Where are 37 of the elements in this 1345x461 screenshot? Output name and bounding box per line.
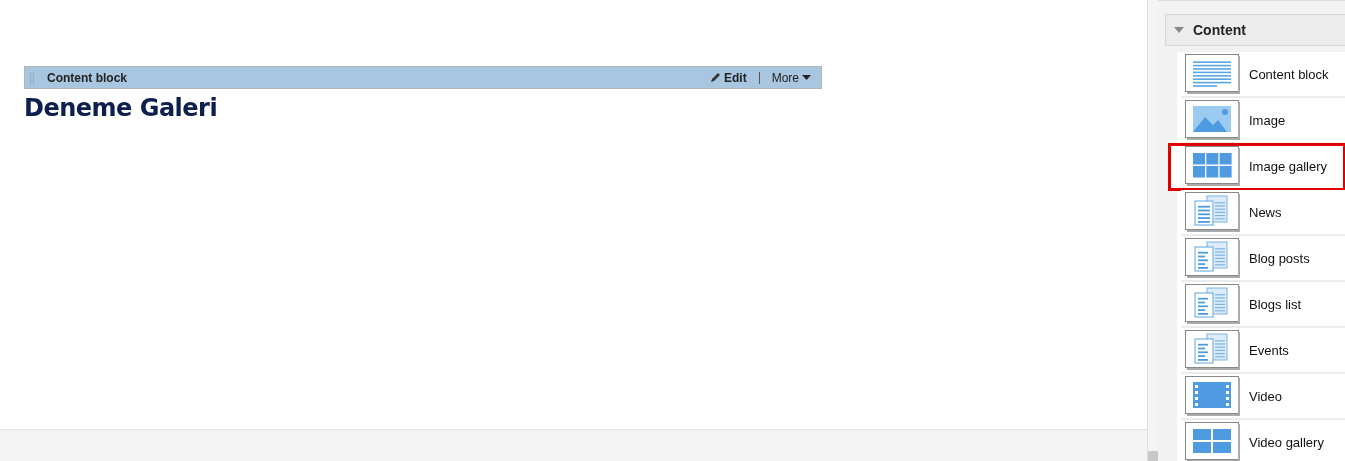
widget-item[interactable]: Blog posts: [1181, 236, 1345, 282]
widget-label: Image: [1249, 112, 1286, 128]
widget-label: Video gallery: [1249, 434, 1324, 450]
image-icon: [1185, 100, 1241, 140]
film-icon: [1185, 376, 1241, 416]
widget-item[interactable]: Video gallery: [1181, 420, 1345, 461]
document-list-icon: [1185, 192, 1241, 232]
more-button[interactable]: More: [771, 70, 811, 85]
scrollbar-thumb[interactable]: [1148, 451, 1158, 461]
widget-item[interactable]: Image gallery: [1169, 144, 1345, 190]
documents-icon: [1185, 330, 1241, 370]
grid-icon: [1185, 146, 1241, 186]
widget-item[interactable]: News: [1181, 190, 1345, 236]
widget-item[interactable]: Video: [1181, 374, 1345, 420]
widget-label: Video: [1249, 388, 1282, 404]
widget-label: Blog posts: [1249, 250, 1310, 266]
widget-label: News: [1249, 204, 1282, 220]
edit-button[interactable]: Edit: [710, 70, 747, 85]
triangle-icon: [1174, 27, 1184, 33]
widget-label: Blogs list: [1249, 296, 1302, 312]
widget-label: Events: [1249, 342, 1289, 358]
widget-item[interactable]: Blogs list: [1181, 282, 1345, 328]
caret-icon: [802, 75, 811, 80]
pencil-icon: [710, 72, 721, 83]
drag-handle-icon[interactable]: [29, 70, 35, 85]
text-block-icon: [1185, 54, 1241, 94]
widget-label: Image gallery: [1249, 158, 1328, 174]
documents-icon: [1185, 238, 1241, 278]
block-title: Content block: [47, 70, 127, 85]
page-heading: Deneme Galeri: [24, 94, 219, 122]
widget-item[interactable]: Events: [1181, 328, 1345, 374]
widget-label: Content block: [1249, 66, 1329, 82]
widget-item[interactable]: Content block: [1181, 52, 1345, 98]
widget-item[interactable]: Image: [1181, 98, 1345, 144]
section-header[interactable]: Content: [1165, 14, 1345, 46]
documents-icon: [1185, 284, 1241, 324]
film-grid-icon: [1185, 422, 1241, 461]
